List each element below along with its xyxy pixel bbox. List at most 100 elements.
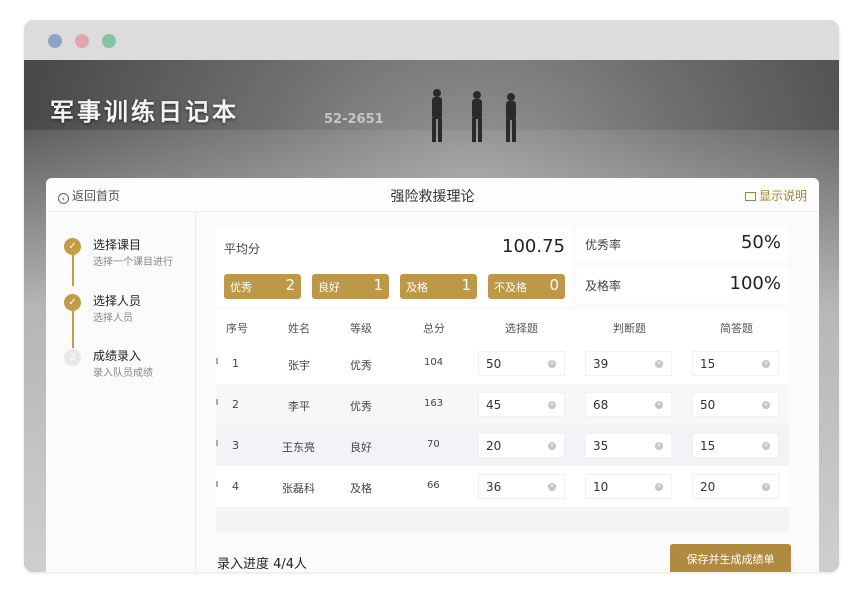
input-value: 68 [593, 398, 609, 412]
clear-icon[interactable]: × [548, 442, 556, 450]
column-header: 判断题 [613, 322, 646, 335]
window-control-green[interactable] [102, 34, 116, 48]
clear-icon[interactable]: × [762, 401, 770, 409]
judge-score-input[interactable]: 39 × [585, 351, 672, 376]
grade-count: 2 [285, 276, 295, 294]
cell-no: 1 [232, 357, 239, 370]
input-value: 15 [700, 439, 716, 453]
step-title: 选择人员 [93, 294, 142, 308]
help-label: 显示说明 [758, 189, 807, 203]
row-drag-handle[interactable] [216, 399, 218, 405]
column-header: 总分 [423, 322, 445, 335]
main-card: ‹ 返回首页 强险救援理论 显示说明 ✓ 选择课目 选择一个课目进行 ✓ 选择人员 [46, 178, 819, 572]
app-title: 军事训练日记本 [50, 98, 239, 126]
cell-name: 王东亮 [282, 441, 315, 454]
table-row: 4 张磊科 及格 66 36 × 10 × 20 × [216, 466, 789, 507]
excellent-rate-value: 50% [740, 232, 781, 253]
row-drag-handle[interactable] [216, 440, 218, 446]
step-subtitle: 选择人员 [93, 313, 133, 324]
short-answer-score-input[interactable]: 50 × [692, 392, 779, 417]
banner-watermark: 52-2651 [324, 112, 384, 127]
input-value: 35 [593, 439, 609, 453]
hero-banner: 军事训练日记本 52-2651 ‹ 返回首页 强险救援理论 显示说明 ✓ 选择课… [24, 60, 839, 572]
cell-level: 良好 [350, 441, 372, 454]
window-titlebar [24, 20, 839, 60]
card-header: ‹ 返回首页 强险救援理论 显示说明 [46, 178, 819, 212]
cell-total: 66 [427, 480, 440, 491]
row-drag-handle[interactable] [216, 358, 218, 364]
grade-badge-pass: 及格 1 [400, 274, 477, 299]
judge-score-input[interactable]: 10 × [585, 474, 672, 499]
input-value: 39 [593, 357, 609, 371]
clear-icon[interactable]: × [762, 360, 770, 368]
clear-icon[interactable]: × [655, 483, 663, 491]
help-icon [744, 192, 756, 201]
cell-level: 优秀 [350, 359, 372, 372]
cell-name: 张宇 [288, 359, 310, 372]
grade-badge-good: 良好 1 [312, 274, 389, 299]
grade-badge-fail: 不及格 0 [488, 274, 565, 299]
clear-icon[interactable]: × [762, 483, 770, 491]
cell-level: 优秀 [350, 400, 372, 413]
short-answer-score-input[interactable]: 15 × [692, 433, 779, 458]
window-control-blue[interactable] [48, 34, 62, 48]
clear-icon[interactable]: × [548, 401, 556, 409]
score-table: 序号 姓名 等级 总分 选择题 判断题 简答题 1 张宇 优秀 104 50 × … [216, 310, 789, 532]
choice-score-input[interactable]: 50 × [478, 351, 565, 376]
input-value: 15 [700, 357, 716, 371]
clear-icon[interactable]: × [762, 442, 770, 450]
input-value: 20 [700, 480, 716, 494]
step-subtitle: 选择一个课目进行 [93, 257, 173, 268]
step-title: 选择课目 [93, 238, 142, 252]
input-value: 36 [486, 480, 502, 494]
step-number: 3 [64, 349, 81, 366]
judge-score-input[interactable]: 35 × [585, 433, 672, 458]
cell-no: 3 [232, 439, 239, 452]
grade-label: 优秀 [230, 281, 252, 294]
short-answer-score-input[interactable]: 20 × [692, 474, 779, 499]
choice-score-input[interactable]: 36 × [478, 474, 565, 499]
grade-label: 良好 [318, 281, 340, 294]
column-header: 序号 [226, 322, 248, 335]
input-value: 45 [486, 398, 502, 412]
choice-score-input[interactable]: 45 × [478, 392, 565, 417]
check-icon: ✓ [64, 238, 81, 255]
page-title: 强险救援理论 [390, 189, 475, 205]
clear-icon[interactable]: × [655, 442, 663, 450]
clear-icon[interactable]: × [548, 483, 556, 491]
save-and-generate-button[interactable]: 保存并生成成绩单 [670, 544, 791, 572]
soldiers-image [432, 89, 516, 142]
clear-icon[interactable]: × [655, 401, 663, 409]
grade-count: 0 [549, 276, 559, 294]
judge-score-input[interactable]: 68 × [585, 392, 672, 417]
cell-no: 4 [232, 480, 239, 493]
input-value: 50 [700, 398, 716, 412]
average-score-panel: 平均分 100.75 优秀 2 良好 1 及格 1 不及格 0 [216, 226, 573, 306]
cell-level: 及格 [350, 482, 372, 495]
cell-no: 2 [232, 398, 239, 411]
column-header: 姓名 [288, 322, 310, 335]
column-header: 简答题 [720, 322, 753, 335]
help-button[interactable]: 显示说明 [744, 187, 807, 204]
grade-label: 不及格 [494, 281, 527, 294]
pass-rate-value: 100% [729, 273, 781, 294]
short-answer-score-input[interactable]: 15 × [692, 351, 779, 376]
clear-icon[interactable]: × [655, 360, 663, 368]
cell-total: 104 [424, 357, 444, 368]
excellent-rate-panel: 优秀率 50% [577, 226, 789, 262]
row-drag-handle[interactable] [216, 481, 218, 487]
window-control-red[interactable] [75, 34, 89, 48]
choice-score-input[interactable]: 20 × [478, 433, 565, 458]
input-value: 50 [486, 357, 502, 371]
cell-name: 李平 [288, 400, 310, 413]
app-window: 军事训练日记本 52-2651 ‹ 返回首页 强险救援理论 显示说明 ✓ 选择课… [24, 20, 839, 572]
table-row: 3 王东亮 良好 70 20 × 35 × 15 × [216, 425, 789, 466]
cell-name: 张磊科 [282, 482, 315, 495]
step-subtitle: 录入队员成绩 [93, 368, 153, 379]
clear-icon[interactable]: × [548, 360, 556, 368]
cell-total: 163 [424, 398, 444, 409]
step-title: 成绩录入 [93, 349, 142, 363]
column-header: 选择题 [505, 322, 538, 335]
grade-label: 及格 [406, 281, 428, 294]
grade-count: 1 [373, 276, 383, 294]
